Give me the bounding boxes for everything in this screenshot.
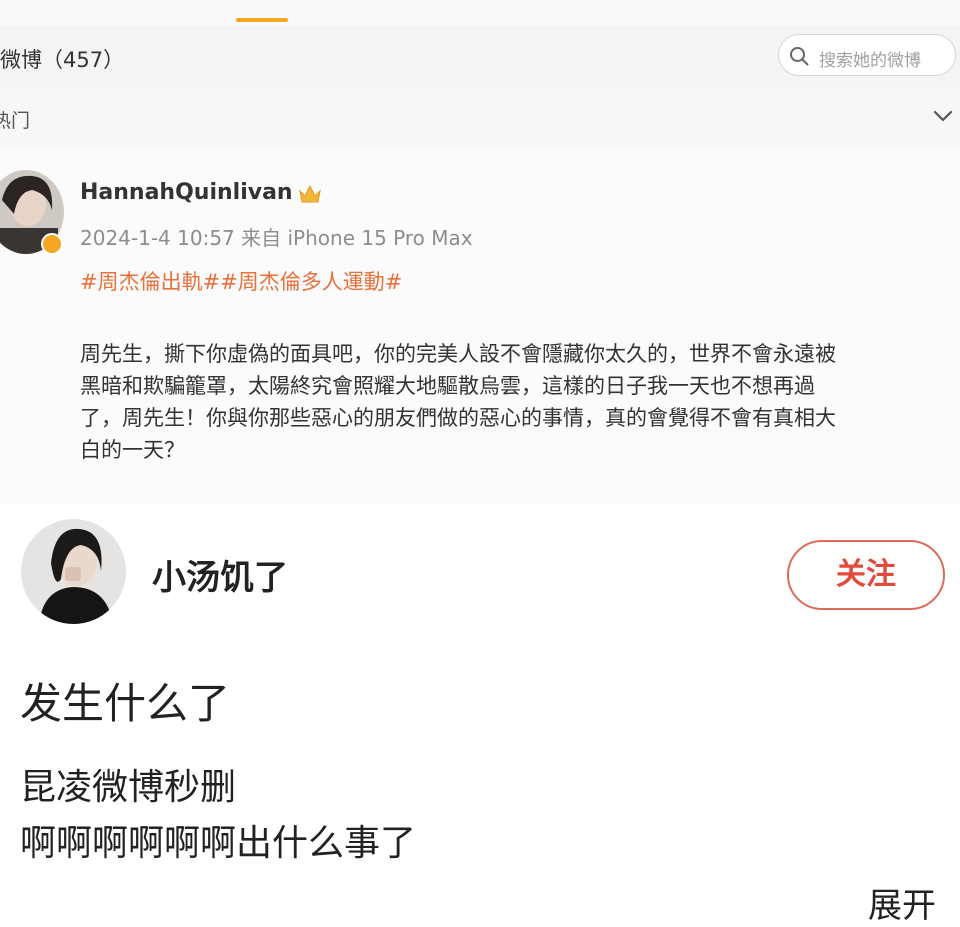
- post-meta: 2024-1-4 10:57 来自 iPhone 15 Pro Max: [80, 222, 473, 251]
- verified-badge-icon: [41, 233, 63, 255]
- comment-text-line: 发生什么了: [20, 679, 231, 728]
- weibo-count: 微博（457）: [0, 48, 125, 72]
- post-body: 周先生，撕下你虛偽的面具吧，你的完美人設不會隱藏你太久的，世界不會永遠被 黑暗和…: [80, 338, 960, 466]
- search-placeholder: 搜索她的微博: [819, 51, 921, 71]
- search-icon: [790, 47, 809, 66]
- filter-hot-label: 热门: [0, 110, 31, 132]
- comment-user-avatar[interactable]: [21, 519, 126, 624]
- post-hashtags[interactable]: #周杰倫出軌##周杰倫多人運動#: [80, 266, 402, 296]
- profile-tabs: [0, 0, 960, 26]
- comment-username[interactable]: 小汤饥了: [152, 550, 288, 599]
- post-body-line: 白的一天？: [80, 438, 185, 462]
- post-timestamp: 2024-1-4 10:57: [80, 226, 235, 250]
- post-author-name[interactable]: HannahQuinlivan: [80, 180, 293, 205]
- avatar-image: [21, 519, 126, 624]
- filter-row: 热门: [0, 96, 960, 142]
- post-source: 来自 iPhone 15 Pro Max: [241, 226, 473, 250]
- weibo-profile-screenshot: 微博（457） 搜索她的微博 热门 HannahQuinlivan 2024-1…: [0, 0, 960, 505]
- crown-icon: [299, 184, 321, 203]
- comment-text-line: 昆凌微博秒删: [20, 767, 237, 808]
- post-body-line: 了，周先生！你與你那些惡心的朋友們做的惡心的事情，真的會覺得不會有真相大: [80, 406, 836, 430]
- expand-button[interactable]: 展开: [868, 878, 936, 927]
- filter-hot[interactable]: 热门: [0, 106, 32, 133]
- comment-text-line: 啊啊啊啊啊啊出什么事了: [20, 823, 417, 864]
- search-input[interactable]: 搜索她的微博: [778, 34, 956, 76]
- post-body-line: 周先生，撕下你虛偽的面具吧，你的完美人設不會隱藏你太久的，世界不會永遠被: [80, 342, 836, 366]
- active-tab-indicator: [236, 18, 288, 22]
- post-body-line: 黑暗和欺騙籠罩，太陽終究會照耀大地驅散烏雲，這樣的日子我一天也不想再過: [80, 374, 815, 398]
- follow-button[interactable]: 关注: [787, 540, 945, 610]
- chevron-down-icon[interactable]: [932, 108, 954, 124]
